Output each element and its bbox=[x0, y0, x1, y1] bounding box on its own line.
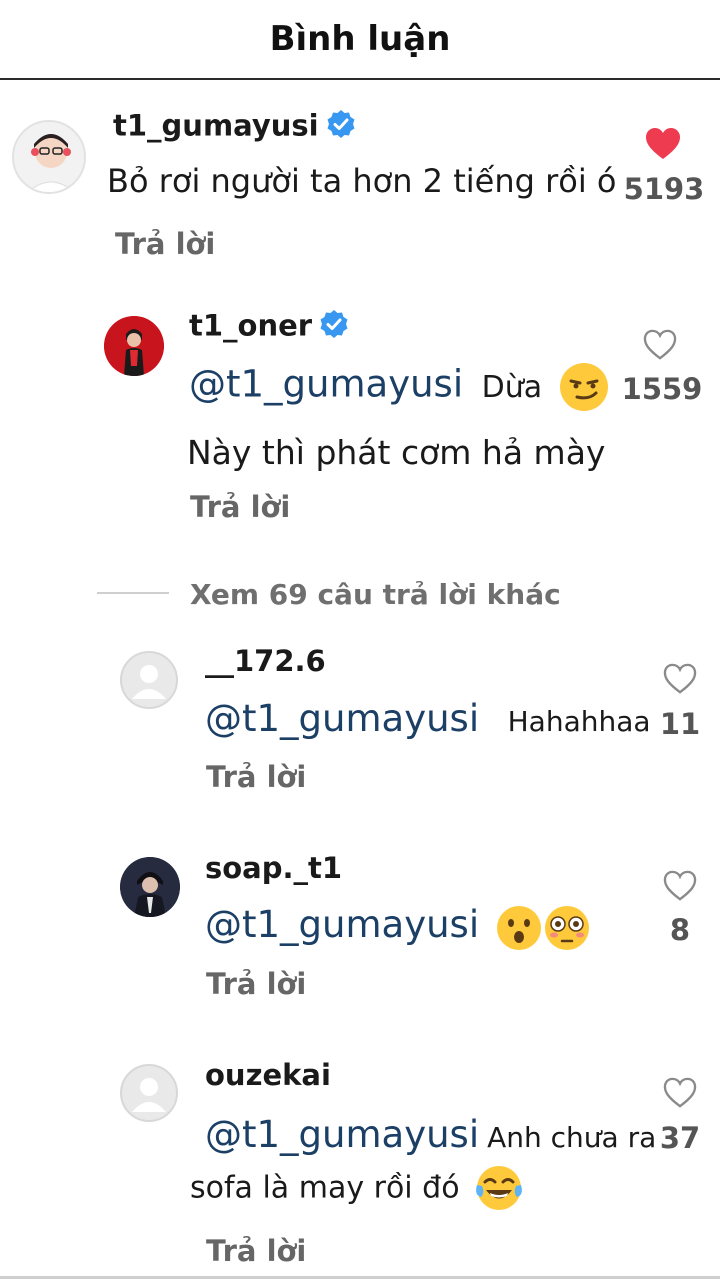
comment-username[interactable]: t1_gumayusi bbox=[113, 108, 357, 147]
like-count: 1559 bbox=[621, 372, 703, 406]
reply-text: Dừa bbox=[481, 369, 543, 405]
like-heart-outline-icon[interactable] bbox=[643, 329, 677, 361]
avatar-default[interactable] bbox=[120, 651, 178, 709]
flushed-face-emoji-icon bbox=[544, 905, 590, 951]
mention-link[interactable]: @t1_gumayusi bbox=[205, 903, 479, 946]
reply-text: sofa là may rồi đó bbox=[190, 1170, 460, 1206]
like-heart-outline-icon[interactable] bbox=[663, 1077, 697, 1109]
reply-text: Anh chưa ra bbox=[487, 1121, 657, 1154]
like-count: 8 bbox=[669, 913, 691, 947]
reply-button[interactable]: Trả lời bbox=[206, 1234, 306, 1268]
like-heart-outline-icon[interactable] bbox=[663, 870, 697, 902]
like-count: 5193 bbox=[623, 172, 705, 206]
reply-button[interactable]: Trả lời bbox=[206, 760, 306, 794]
view-more-replies-button[interactable]: Xem 69 câu trả lời khác bbox=[190, 578, 561, 611]
reply-username[interactable]: t1_oner bbox=[189, 308, 350, 347]
username-text[interactable]: t1_oner bbox=[189, 309, 312, 343]
mention-link[interactable]: @t1_gumayusi bbox=[205, 697, 479, 740]
tears-of-joy-emoji-icon bbox=[474, 1163, 524, 1213]
smirk-emoji-icon bbox=[559, 362, 609, 412]
avatar-soap-t1[interactable] bbox=[120, 857, 180, 917]
avatar-t1-gumayusi[interactable] bbox=[12, 120, 86, 194]
avatar-t1-oner[interactable] bbox=[104, 316, 164, 376]
page-title: Bình luận bbox=[269, 19, 451, 59]
reply-username[interactable]: __172.6 bbox=[205, 644, 326, 678]
reply-text-line1: @t1_gumayusi bbox=[205, 903, 590, 951]
comment-text: Bỏ rơi người ta hơn 2 tiếng rồi ó bbox=[107, 162, 617, 200]
reply-text: Hahahhaa bbox=[507, 705, 651, 738]
verified-badge-icon bbox=[318, 308, 350, 347]
reply-username[interactable]: ouzekai bbox=[205, 1058, 331, 1092]
like-count: 37 bbox=[659, 1121, 701, 1155]
reply-text-line2: sofa là may rồi đó bbox=[190, 1163, 524, 1213]
reply-username[interactable]: soap._t1 bbox=[205, 851, 342, 885]
comments-header: Bình luận bbox=[0, 0, 720, 80]
avatar-default[interactable] bbox=[120, 1064, 178, 1122]
username-text[interactable]: t1_gumayusi bbox=[113, 109, 319, 143]
reply-button[interactable]: Trả lời bbox=[190, 490, 290, 524]
like-heart-outline-icon[interactable] bbox=[663, 663, 697, 695]
reply-button[interactable]: Trả lời bbox=[115, 227, 215, 261]
mention-link[interactable]: @t1_gumayusi bbox=[189, 363, 463, 406]
mention-link[interactable]: @t1_gumayusi bbox=[205, 1113, 479, 1156]
reply-button[interactable]: Trả lời bbox=[206, 967, 306, 1001]
view-more-divider bbox=[97, 592, 169, 594]
like-count: 11 bbox=[659, 707, 701, 741]
reply-text-line2: Này thì phát cơm hả mày bbox=[187, 433, 606, 472]
reply-text-line1: @t1_gumayusi Dừa bbox=[189, 362, 609, 412]
like-heart-filled-icon[interactable] bbox=[645, 127, 681, 161]
reply-text-line1: @t1_gumayusi Anh chưa ra bbox=[205, 1113, 656, 1156]
reply-text-line1: @t1_gumayusi Hahahhaa bbox=[205, 697, 651, 740]
hushed-face-emoji-icon bbox=[496, 905, 542, 951]
verified-badge-icon bbox=[325, 108, 357, 147]
